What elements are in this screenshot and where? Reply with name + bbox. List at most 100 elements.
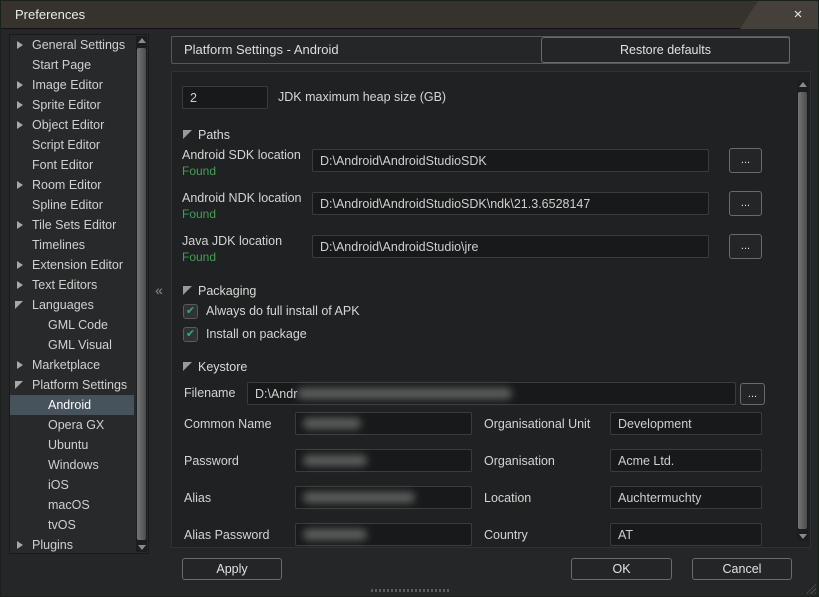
path-input-java-jdk-location[interactable] [312, 235, 709, 258]
sidebar-item-script-editor[interactable]: Script Editor [10, 135, 134, 155]
input-location[interactable] [610, 486, 762, 509]
sidebar-item-room-editor[interactable]: Room Editor [10, 175, 134, 195]
sidebar-item-start-page[interactable]: Start Page [10, 55, 134, 75]
sidebar-item-font-editor[interactable]: Font Editor [10, 155, 134, 175]
sidebar-item-label: Opera GX [10, 415, 134, 435]
browse-button[interactable]: ... [729, 191, 762, 216]
redacted-value-blur [303, 418, 361, 429]
sidebar-item-label: Extension Editor [10, 255, 134, 275]
checkbox-checked[interactable]: ✔ [183, 327, 198, 342]
sidebar-item-label: Windows [10, 455, 134, 475]
settings-content-panel: JDK maximum heap size (GB) Paths Android… [171, 71, 811, 548]
path-label: Android NDK location [182, 191, 302, 205]
path-label: Android SDK location [182, 148, 301, 162]
sidebar-item-object-editor[interactable]: Object Editor [10, 115, 134, 135]
filename-value-prefix: D:\Andr [255, 387, 297, 401]
path-row-android-ndk-location: Android NDK location Found... [172, 189, 810, 232]
checkbox-row-install-on-package: ✔Install on package [172, 325, 810, 348]
collapse-sidebar-button[interactable]: « [150, 282, 168, 300]
bottom-drag-handle[interactable] [371, 589, 451, 592]
cancel-button[interactable]: Cancel [692, 558, 792, 580]
content-scrollbar-thumb[interactable] [798, 92, 807, 529]
sidebar-item-tile-sets-editor[interactable]: Tile Sets Editor [10, 215, 134, 235]
browse-button[interactable]: ... [729, 148, 762, 173]
sidebar-item-platform-settings[interactable]: Platform Settings [10, 375, 134, 395]
tree-collapsed-icon [17, 101, 23, 109]
sidebar-item-label: Timelines [10, 235, 134, 255]
tree-collapsed-icon [17, 181, 23, 189]
redacted-filename-blur [297, 388, 512, 399]
sidebar-item-opera-gx[interactable]: Opera GX [10, 415, 134, 435]
sidebar-item-label: Platform Settings [10, 375, 134, 395]
title-bar[interactable]: Preferences × [1, 1, 818, 29]
keystore-row-alias: AliasLocation [172, 486, 810, 523]
path-status-found: Found [182, 164, 216, 178]
sidebar-item-spline-editor[interactable]: Spline Editor [10, 195, 134, 215]
ok-button[interactable]: OK [571, 558, 672, 580]
section-title: Paths [198, 127, 230, 143]
close-icon[interactable]: × [788, 1, 808, 29]
sidebar-item-label: Marketplace [10, 355, 134, 375]
sidebar-item-sprite-editor[interactable]: Sprite Editor [10, 95, 134, 115]
sidebar-item-timelines[interactable]: Timelines [10, 235, 134, 255]
restore-defaults-button[interactable]: Restore defaults [541, 37, 790, 63]
packaging-checkboxes: ✔Always do full install of APK✔Install o… [172, 302, 810, 348]
path-status-found: Found [182, 207, 216, 221]
input-common-name[interactable] [295, 412, 472, 435]
sidebar-item-ios[interactable]: iOS [10, 475, 134, 495]
sidebar-item-image-editor[interactable]: Image Editor [10, 75, 134, 95]
tree-collapsed-icon [17, 361, 23, 369]
field-label: Alias Password [184, 528, 269, 542]
sidebar-item-marketplace[interactable]: Marketplace [10, 355, 134, 375]
redacted-value-blur [303, 492, 415, 503]
sidebar-scrollbar[interactable] [136, 36, 147, 552]
sidebar-item-label: General Settings [10, 35, 134, 55]
sidebar-item-gml-code[interactable]: GML Code [10, 315, 134, 335]
sidebar-item-extension-editor[interactable]: Extension Editor [10, 255, 134, 275]
scroll-up-icon[interactable] [136, 36, 147, 46]
preferences-window: Preferences × General SettingsStart Page… [0, 0, 819, 597]
sidebar-item-languages[interactable]: Languages [10, 295, 134, 315]
scroll-up-icon[interactable] [797, 80, 808, 90]
section-expanded-icon [183, 130, 192, 139]
input-alias[interactable] [295, 486, 472, 509]
window-title: Preferences [15, 1, 85, 28]
sidebar-item-plugins[interactable]: Plugins [10, 535, 134, 555]
sidebar-item-macos[interactable]: macOS [10, 495, 134, 515]
resize-grip[interactable] [803, 581, 816, 594]
input-alias-password[interactable] [295, 523, 472, 546]
field-label: Common Name [184, 417, 272, 431]
input-organisation[interactable] [610, 449, 762, 472]
field-label: Organisational Unit [484, 417, 590, 431]
filename-browse-button[interactable]: ... [740, 383, 765, 405]
sidebar-item-tvos[interactable]: tvOS [10, 515, 134, 535]
sidebar-item-label: Tile Sets Editor [10, 215, 134, 235]
path-input-android-sdk-location[interactable] [312, 149, 709, 172]
content-scrollbar[interactable] [797, 80, 808, 541]
sidebar-item-windows[interactable]: Windows [10, 455, 134, 475]
tree-collapsed-icon [17, 121, 23, 129]
filename-input[interactable]: D:\Andr [247, 382, 736, 405]
sidebar-scrollbar-thumb[interactable] [137, 48, 146, 540]
browse-button[interactable]: ... [729, 234, 762, 259]
tree-collapsed-icon [17, 261, 23, 269]
scroll-down-icon[interactable] [136, 542, 147, 552]
field-label: Password [184, 454, 239, 468]
path-input-android-ndk-location[interactable] [312, 192, 709, 215]
sidebar-item-android[interactable]: Android [10, 395, 134, 415]
sidebar-item-text-editors[interactable]: Text Editors [10, 275, 134, 295]
input-password[interactable] [295, 449, 472, 472]
jdk-heap-input[interactable] [182, 86, 268, 109]
scroll-down-icon[interactable] [797, 531, 808, 541]
paths-rows: Android SDK locationFound...Android NDK … [172, 146, 810, 275]
section-expanded-icon [183, 362, 192, 371]
sidebar-item-ubuntu[interactable]: Ubuntu [10, 435, 134, 455]
input-organisational-unit[interactable] [610, 412, 762, 435]
apply-button[interactable]: Apply [182, 558, 282, 580]
sidebar-item-label: Script Editor [10, 135, 134, 155]
checkbox-checked[interactable]: ✔ [183, 304, 198, 319]
sidebar-item-general-settings[interactable]: General Settings [10, 35, 134, 55]
input-country[interactable] [610, 523, 762, 546]
sidebar-item-gml-visual[interactable]: GML Visual [10, 335, 134, 355]
path-label: Java JDK location [182, 234, 282, 248]
